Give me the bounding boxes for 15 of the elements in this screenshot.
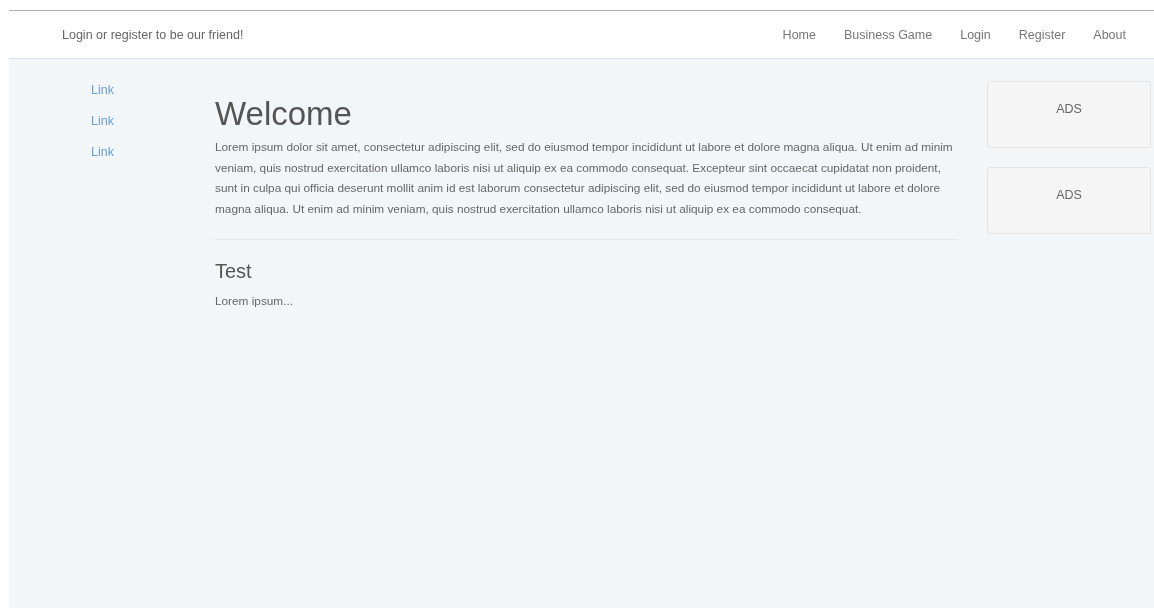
nav-link[interactable]: Login: [960, 27, 991, 42]
sidebar-link[interactable]: Link: [91, 81, 215, 99]
nav-link[interactable]: Register: [1018, 27, 1066, 42]
sidebar-link[interactable]: Link: [91, 112, 215, 130]
ad-panel: ADS: [987, 167, 1151, 234]
tagline: Login or register to be our friend!: [62, 27, 245, 42]
page-title: Welcome: [215, 95, 353, 133]
nav-link[interactable]: Home: [782, 27, 816, 42]
section-title: Test: [215, 260, 253, 284]
ad-panel: ADS: [987, 81, 1151, 148]
sidebar-link[interactable]: Link: [91, 143, 215, 161]
nav-link[interactable]: About: [1093, 27, 1126, 42]
nav-link[interactable]: Business Game: [843, 27, 933, 42]
intro-paragraph: Lorem ipsum dolor sit amet, consectetur adipiscing elit, sed do eiusmod tempor incididunt ut labore et dolore magna aliqua. Ut enim ad minim veniam, quis nostrud exercitation ullamco laboris nisi ut aliquip ex ea commodo consequat. Excepteur sint occaecat cupidatat non proident, sunt in culpa qui officia deserunt mollit anim id est laborum consectetur adipiscing elit, sed do eiusmod tempor incididunt ut labore et dolore magna aliqua. Ut enim ad minim veniam, quis nostrud exercitation ullamco laboris nisi ut aliquip ex ea commodo consequat.: [215, 139, 954, 218]
section-text: Lorem ipsum...: [215, 293, 295, 311]
